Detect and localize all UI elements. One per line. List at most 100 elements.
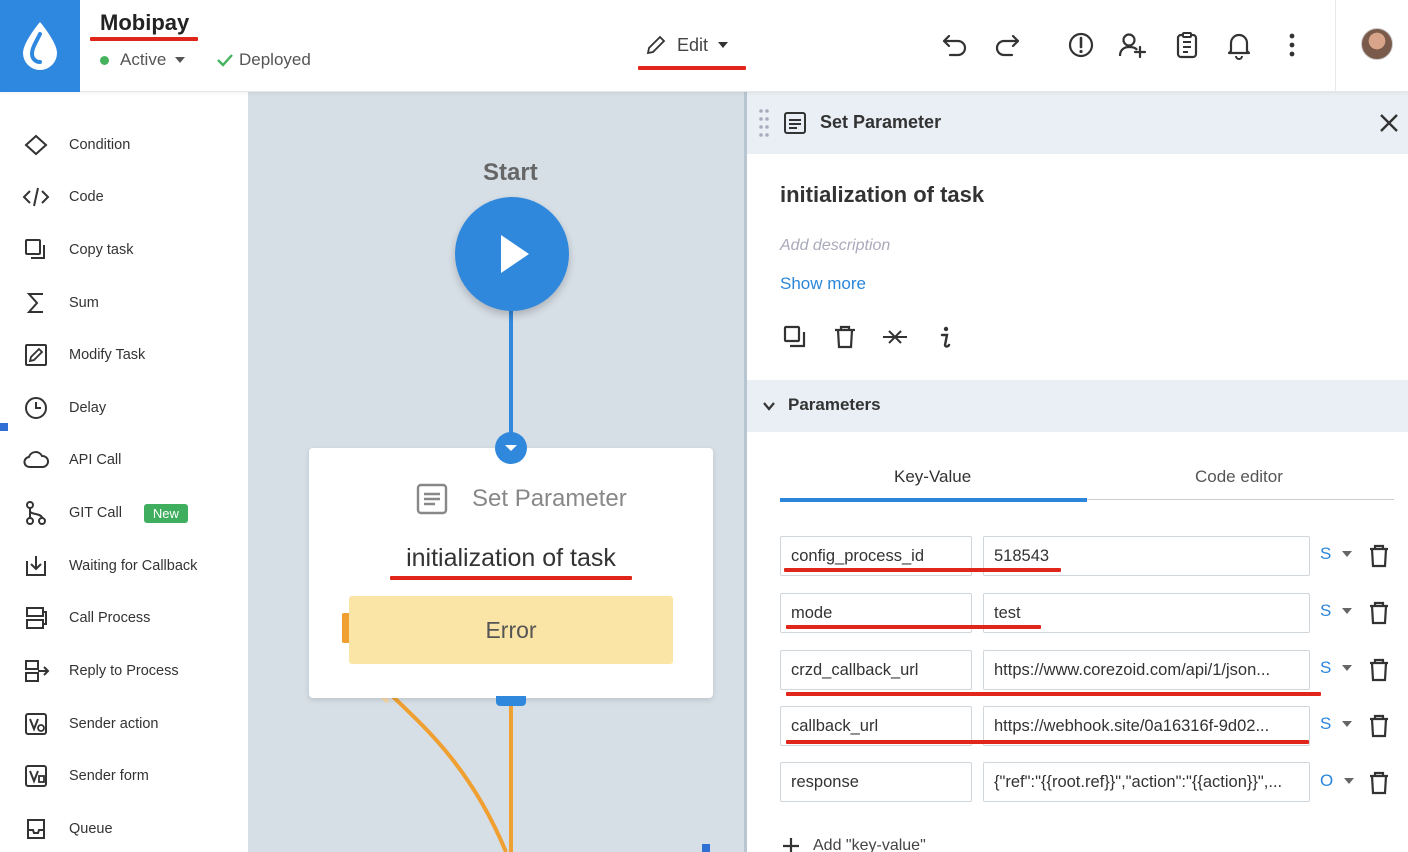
start-node-label: Start (483, 159, 538, 186)
parameters-title: Parameters (788, 395, 881, 414)
description-input[interactable]: Add description (780, 237, 890, 255)
palette-item-reply-process[interactable]: Reply to Process (22, 656, 179, 686)
palette-item-label: Modify Task (69, 347, 146, 363)
trash-icon[interactable] (1367, 544, 1391, 568)
play-icon (501, 235, 529, 273)
param-type-select[interactable]: S (1320, 601, 1353, 621)
annotation-underline (786, 692, 1321, 696)
trash-icon[interactable] (1367, 658, 1391, 682)
user-avatar[interactable] (1361, 28, 1393, 60)
palette-item-label: Sender action (69, 716, 159, 732)
parameters-section-header[interactable]: Parameters (747, 380, 1408, 432)
palette-item-sender-action[interactable]: Sender action (22, 709, 158, 739)
param-type-label: S (1320, 601, 1332, 620)
add-user-icon[interactable] (1117, 30, 1147, 60)
close-icon[interactable] (1377, 111, 1401, 135)
bell-icon[interactable] (1224, 30, 1254, 60)
node-palette-sidebar: Condition Code Copy task Sum Modify Task… (0, 92, 248, 852)
palette-item-condition[interactable]: Condition (22, 130, 130, 160)
trash-icon[interactable] (832, 324, 858, 350)
set-parameter-icon (416, 483, 448, 515)
chevron-down-icon (718, 42, 729, 48)
more-vertical-icon[interactable] (1277, 30, 1307, 60)
add-key-value-label: Add "key-value" (813, 837, 926, 852)
selection-marker (0, 423, 8, 431)
disconnect-icon[interactable] (882, 324, 908, 350)
node-type-label: Set Parameter (472, 485, 627, 512)
status-dot-icon (100, 55, 109, 65)
annotation-underline (638, 66, 746, 70)
palette-item-waiting-callback[interactable]: Waiting for Callback (22, 551, 197, 581)
param-key-input[interactable]: crzd_callback_url (780, 650, 972, 690)
plus-icon (783, 838, 799, 852)
palette-item-delay[interactable]: Delay (22, 393, 106, 423)
palette-item-label: Code (69, 189, 104, 205)
undo-icon[interactable] (940, 30, 970, 60)
palette-item-sum[interactable]: Sum (22, 288, 99, 318)
alert-circle-icon[interactable] (1066, 30, 1096, 60)
reply-process-icon (25, 660, 50, 682)
show-more-link[interactable]: Show more (780, 274, 866, 294)
cloud-icon (23, 451, 49, 468)
sigma-icon (26, 293, 43, 313)
param-type-label: S (1320, 658, 1332, 677)
tab-key-value[interactable]: Key-Value (894, 467, 971, 487)
status-dropdown[interactable]: Active (100, 50, 186, 70)
trash-icon[interactable] (1367, 601, 1391, 625)
palette-item-api-call[interactable]: API Call (22, 445, 121, 475)
add-key-value-button[interactable]: Add "key-value" (781, 836, 926, 852)
palette-item-modify-task[interactable]: Modify Task (22, 340, 145, 370)
clipboard-icon[interactable] (1172, 30, 1202, 60)
deploy-status: Deployed (216, 50, 311, 70)
palette-item-label: Condition (69, 137, 131, 153)
process-canvas[interactable]: Start Set Parameter initialization of ta… (248, 92, 744, 852)
annotation-underline (784, 568, 1061, 572)
palette-item-label: Call Process (69, 610, 151, 626)
param-type-select[interactable]: S (1320, 714, 1353, 734)
process-title[interactable]: Mobipay (100, 10, 189, 36)
trash-icon[interactable] (1367, 714, 1391, 738)
code-icon (22, 187, 50, 207)
palette-item-sender-form[interactable]: Sender form (22, 761, 149, 791)
param-type-select[interactable]: S (1320, 544, 1353, 564)
palette-item-call-process[interactable]: Call Process (22, 603, 150, 633)
palette-item-label: Sender form (69, 768, 149, 784)
copy-icon (25, 239, 45, 259)
palette-item-label: Waiting for Callback (69, 558, 198, 574)
drag-handle-icon[interactable] (757, 107, 771, 139)
chevron-down-circle-icon[interactable] (494, 431, 528, 465)
error-branch[interactable]: Error (349, 596, 673, 664)
param-key-input[interactable]: response (780, 762, 972, 802)
edit-mode-dropdown[interactable]: Edit (645, 34, 729, 56)
palette-item-git-call[interactable]: GIT Call New (22, 498, 188, 528)
palette-item-label: Reply to Process (69, 663, 179, 679)
set-parameter-icon (784, 112, 806, 134)
start-node[interactable] (455, 197, 569, 311)
param-type-select[interactable]: S (1320, 658, 1353, 678)
chevron-down-icon (1344, 778, 1355, 784)
task-name-field[interactable]: initialization of task (780, 182, 984, 208)
param-value-input[interactable]: {"ref":"{{root.ref}}","action":"{{action… (983, 762, 1310, 802)
clock-icon (25, 397, 47, 419)
node-type-header: Set Parameter (415, 482, 627, 516)
info-icon[interactable] (932, 324, 958, 350)
annotation-underline (786, 625, 1041, 629)
redo-icon[interactable] (992, 30, 1022, 60)
param-value-input[interactable]: https://www.corezoid.com/api/1/json... (983, 650, 1310, 690)
set-parameter-node[interactable]: Set Parameter initialization of task Err… (309, 448, 713, 698)
palette-item-label: Copy task (69, 242, 134, 258)
chevron-down-icon (1342, 551, 1353, 557)
copy-icon[interactable] (782, 324, 808, 350)
palette-item-queue[interactable]: Queue (22, 814, 113, 844)
palette-item-code[interactable]: Code (22, 182, 104, 212)
annotation-underline (90, 37, 198, 41)
tab-code-editor[interactable]: Code editor (1195, 467, 1283, 487)
trash-icon[interactable] (1367, 771, 1391, 795)
call-process-icon (26, 607, 47, 629)
param-type-select[interactable]: O (1320, 771, 1355, 791)
output-handle[interactable] (496, 696, 526, 706)
node-settings-panel: Set Parameter initialization of task Add… (744, 92, 1408, 852)
app-logo[interactable] (0, 0, 80, 92)
palette-item-copy-task[interactable]: Copy task (22, 235, 133, 265)
new-badge: New (143, 503, 188, 523)
